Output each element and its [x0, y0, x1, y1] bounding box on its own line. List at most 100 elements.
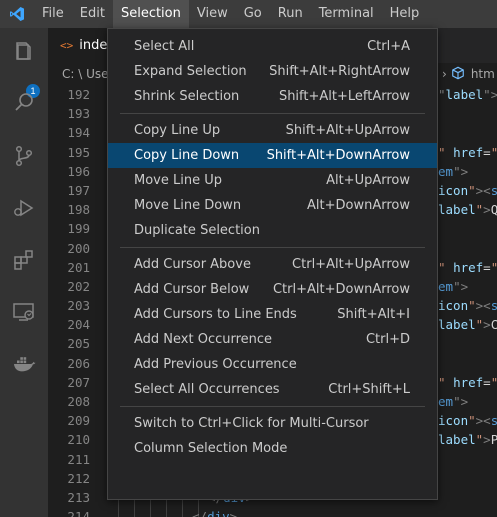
- code-token: s: [490, 413, 497, 429]
- menu-go[interactable]: Go: [236, 0, 270, 28]
- code-token: Q: [490, 202, 497, 218]
- menu-help[interactable]: Help: [382, 0, 428, 28]
- code-text: " href=": [438, 373, 497, 392]
- menu-view[interactable]: View: [189, 0, 236, 28]
- line-number: 200: [67, 240, 90, 256]
- code-text: "label">P: [438, 85, 497, 104]
- line-number: 208: [67, 394, 90, 409]
- code-token: em: [438, 278, 454, 294]
- code-token: icon: [438, 182, 469, 198]
- vscode-logo-icon[interactable]: [9, 6, 25, 22]
- code-text: icon"><s: [438, 411, 497, 430]
- menu-run[interactable]: Run: [270, 0, 311, 28]
- code-text: em">: [438, 392, 468, 411]
- line-number: 202: [67, 278, 90, 294]
- title-bar: File Edit Selection View Go Run Terminal Help: [0, 0, 497, 28]
- symbol-cube-icon: [451, 66, 464, 80]
- menu-item-switch-to-ctrl-click-for-multi-cursor[interactable]: Switch to Ctrl+Click for Multi-Cursor: [108, 411, 437, 436]
- breadcrumb-symbol[interactable]: › htm: [442, 63, 495, 85]
- indent-guide: [134, 507, 135, 517]
- code-token: =: [483, 144, 491, 160]
- code-token: >: [483, 317, 491, 333]
- code-token: label: [438, 317, 476, 333]
- menu-item-copy-line-up[interactable]: Copy Line Up Shift+Alt+UpArrow: [108, 118, 437, 143]
- remote-explorer-icon[interactable]: [12, 300, 36, 324]
- code-text: " href=": [438, 258, 497, 277]
- code-token: ": [438, 374, 446, 390]
- code-token: ": [438, 87, 446, 102]
- explorer-icon[interactable]: [12, 40, 36, 64]
- menu-item-shortcut: Shift+Alt+RightArrow: [269, 64, 410, 79]
- code-text: em">: [438, 277, 468, 296]
- menu-item-duplicate-selection[interactable]: Duplicate Selection: [108, 218, 437, 243]
- selection-menu-dropdown: Select All Ctrl+A Expand Selection Shift+Al…: [107, 28, 438, 500]
- menu-item-select-all-occurrences[interactable]: Select All Occurrences Ctrl+Shift+L: [108, 377, 437, 402]
- code-token: ">: [453, 394, 469, 409]
- code-token: icon: [438, 413, 469, 429]
- code-text: icon"><s: [438, 181, 497, 200]
- breadcrumb-symbol-label: htm: [470, 67, 495, 81]
- code-token: ": [468, 182, 476, 198]
- menu-item-shortcut: Alt+UpArrow: [326, 173, 410, 188]
- code-token: href: [453, 144, 484, 160]
- menu-item-add-cursor-below[interactable]: Add Cursor Below Ctrl+Alt+DownArrow: [108, 277, 437, 302]
- line-number: 197: [67, 182, 90, 198]
- code-token: div: [207, 509, 230, 517]
- menu-selection[interactable]: Selection: [112, 0, 189, 28]
- menu-terminal[interactable]: Terminal: [311, 0, 382, 28]
- menu-item-shortcut: Alt+DownArrow: [307, 198, 410, 213]
- code-token: em: [438, 394, 454, 409]
- menu-item-add-cursor-above[interactable]: Add Cursor Above Ctrl+Alt+UpArrow: [108, 252, 437, 277]
- menu-item-shortcut: Ctrl+A: [367, 39, 410, 54]
- code-token: href: [453, 259, 484, 275]
- code-token: P: [490, 432, 497, 448]
- code-token: ">: [453, 163, 469, 179]
- run-debug-icon[interactable]: [12, 196, 36, 220]
- menu-item-column-selection-mode[interactable]: Column Selection Mode: [108, 436, 437, 461]
- menu-item-label: Expand Selection: [134, 64, 247, 79]
- line-number: 195: [67, 144, 90, 160]
- source-control-icon[interactable]: [12, 144, 36, 168]
- breadcrumb-chevron-icon: ›: [442, 67, 447, 81]
- code-token: ": [468, 413, 476, 429]
- menu-file[interactable]: File: [34, 0, 72, 28]
- line-number: 210: [67, 432, 90, 448]
- menu-item-label: Add Previous Occurrence: [134, 357, 297, 372]
- menu-item-add-cursors-to-line-ends[interactable]: Add Cursors to Line Ends Shift+Alt+I: [108, 302, 437, 327]
- code-text: icon"><s: [438, 296, 497, 315]
- code-token: ": [491, 260, 497, 275]
- menu-item-copy-line-down[interactable]: Copy Line Down Shift+Alt+DownArrow: [108, 143, 437, 168]
- line-number: 211: [67, 451, 90, 467]
- code-text: </div>: [192, 507, 237, 517]
- menu-item-label: Copy Line Down: [134, 148, 240, 163]
- search-icon[interactable]: [12, 90, 36, 114]
- menu-item-label: Column Selection Mode: [134, 441, 288, 456]
- menu-item-shortcut: Shift+Alt+DownArrow: [266, 148, 410, 163]
- code-token: =: [483, 374, 491, 390]
- menu-item-add-next-occurrence[interactable]: Add Next Occurrence Ctrl+D: [108, 327, 437, 352]
- menu-item-label: Shrink Selection: [134, 89, 240, 104]
- menu-item-shortcut: Ctrl+Shift+L: [328, 382, 410, 397]
- breadcrumb-path[interactable]: C: \ Use: [62, 67, 109, 81]
- code-token: ": [438, 144, 446, 160]
- menu-item-select-all[interactable]: Select All Ctrl+A: [108, 34, 437, 59]
- menu-item-add-previous-occurrence[interactable]: Add Previous Occurrence: [108, 352, 437, 377]
- html-file-icon: <>: [60, 39, 74, 52]
- menu-item-move-line-up[interactable]: Move Line Up Alt+UpArrow: [108, 168, 437, 193]
- extensions-icon[interactable]: [12, 248, 36, 272]
- line-number: 206: [67, 355, 90, 371]
- menu-item-expand-selection[interactable]: Expand Selection Shift+Alt+RightArrow: [108, 59, 437, 84]
- docker-icon[interactable]: [12, 352, 36, 376]
- code-token: >: [229, 509, 238, 517]
- line-number: 213: [67, 489, 90, 505]
- code-token: ">: [453, 278, 469, 294]
- menu-item-label: Select All: [134, 39, 195, 54]
- code-token: ": [438, 259, 446, 275]
- code-text: label">P: [438, 430, 497, 449]
- code-text: label">C: [438, 315, 497, 334]
- line-number: 209: [67, 413, 90, 429]
- menu-bar: File Edit Selection View Go Run Terminal Help: [34, 0, 427, 28]
- menu-edit[interactable]: Edit: [72, 0, 113, 28]
- menu-item-shrink-selection[interactable]: Shrink Selection Shift+Alt+LeftArrow: [108, 84, 437, 109]
- menu-item-move-line-down[interactable]: Move Line Down Alt+DownArrow: [108, 193, 437, 218]
